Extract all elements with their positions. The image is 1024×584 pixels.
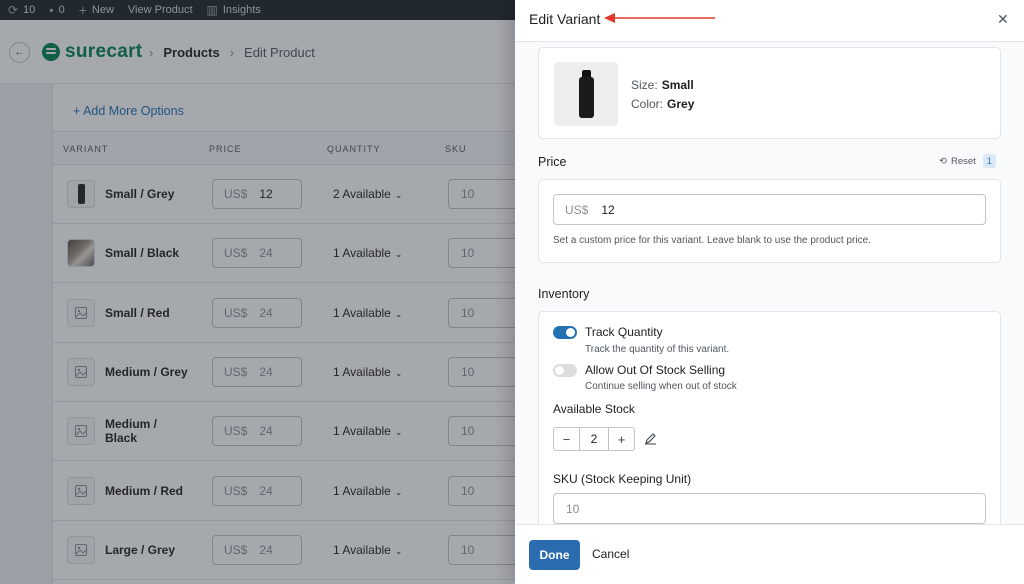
drawer-header: Edit Variant ✕ xyxy=(515,0,1024,42)
price-value: 12 xyxy=(601,202,615,217)
quantity-stepper: − 2 + xyxy=(553,427,635,451)
out-of-stock-toggle[interactable] xyxy=(553,364,577,377)
price-help-text: Set a custom price for this variant. Lea… xyxy=(553,235,871,246)
color-label: Color: xyxy=(631,97,664,111)
size-value: Small xyxy=(661,78,694,92)
inventory-section-title: Inventory xyxy=(538,287,590,301)
close-icon[interactable]: ✕ xyxy=(997,11,1009,28)
reset-label: Reset xyxy=(950,155,976,167)
drawer-footer: Done Cancel xyxy=(515,524,1024,584)
refresh-icon: ⟲ xyxy=(939,155,947,167)
bottle-image xyxy=(578,70,594,118)
price-panel: US$ 12 Set a custom price for this varia… xyxy=(538,179,1001,263)
decrement-button[interactable]: − xyxy=(554,428,579,450)
sku-value: 10 xyxy=(566,501,580,516)
pencil-icon[interactable] xyxy=(644,432,657,445)
variant-summary: Size: Small Color: Grey xyxy=(538,47,1001,139)
drawer-body: Size: Small Color: Grey Price ⟲ Reset 1 US… xyxy=(515,42,1024,524)
variant-size: Size: Small xyxy=(631,78,694,92)
increment-button[interactable]: + xyxy=(609,428,634,450)
reset-count-badge: 1 xyxy=(982,154,996,168)
stock-value[interactable]: 2 xyxy=(579,428,609,450)
sku-label: SKU (Stock Keeping Unit) xyxy=(553,472,692,486)
drawer-title: Edit Variant xyxy=(529,11,601,27)
variant-price-input[interactable]: US$ 12 xyxy=(553,194,986,225)
done-button[interactable]: Done xyxy=(529,540,580,570)
track-quantity-label: Track Quantity xyxy=(585,325,663,339)
cancel-button[interactable]: Cancel xyxy=(592,547,629,561)
edit-variant-drawer: Edit Variant ✕ Size: Small Color: Grey Pri… xyxy=(515,0,1024,584)
sku-input[interactable]: 10 xyxy=(553,493,986,524)
annotation-arrow-icon xyxy=(604,13,715,23)
variant-image xyxy=(554,62,618,126)
price-currency: US$ xyxy=(565,202,589,217)
color-value: Grey xyxy=(667,97,695,111)
size-label: Size: xyxy=(631,78,658,92)
price-section-title: Price xyxy=(538,155,567,169)
reset-price-button[interactable]: ⟲ Reset 1 xyxy=(939,154,996,168)
available-stock-label: Available Stock xyxy=(553,402,635,416)
out-of-stock-desc: Continue selling when out of stock xyxy=(585,381,737,392)
variant-color: Color: Grey xyxy=(631,97,694,111)
track-quantity-desc: Track the quantity of this variant. xyxy=(585,344,730,355)
inventory-panel: Track Quantity Track the quantity of thi… xyxy=(538,311,1001,524)
track-quantity-toggle[interactable] xyxy=(553,326,577,339)
out-of-stock-label: Allow Out Of Stock Selling xyxy=(585,363,726,377)
